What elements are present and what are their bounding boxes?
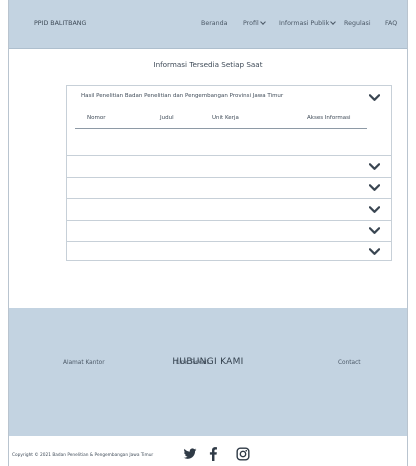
footer-alamat-kantor[interactable]: Alamat Kantor (63, 360, 105, 366)
accordion-item[interactable] (67, 178, 391, 198)
accordion-item-header[interactable]: Hasil Penelitian Badan Penelitian dan Pe… (67, 86, 391, 108)
page-frame: PPID BALITBANG Beranda Profil Informasi … (8, 0, 408, 466)
chevron-down-icon (330, 18, 337, 25)
footer: HUBUNGI KAMI Alamat Kantor Link Terkait … (9, 308, 407, 436)
nav-item-beranda[interactable]: Beranda (201, 20, 228, 27)
nav-item-label: Regulasi (344, 20, 371, 27)
nav-item-profil[interactable]: Profil (243, 18, 266, 27)
chevron-down-icon[interactable] (369, 206, 380, 214)
brand-logo-text[interactable]: PPID BALITBANG (34, 20, 86, 27)
chevron-down-icon (259, 18, 266, 25)
twitter-icon[interactable] (183, 447, 197, 461)
table-header-row: Nomor Judul Unit Kerja Akses Informasi (75, 110, 367, 129)
footer-contact[interactable]: Contact (338, 360, 361, 366)
column-header-judul: Judul (160, 115, 174, 121)
copyright-text: Copyright © 2021 Badan Penelitian & Peng… (12, 453, 154, 458)
nav-item-regulasi[interactable]: Regulasi (344, 20, 371, 27)
nav-item-label: Informasi Publik (279, 20, 330, 27)
nav-item-label: FAQ (385, 20, 398, 27)
chevron-down-icon[interactable] (369, 248, 380, 256)
accordion-item[interactable] (67, 221, 391, 241)
nav-item-label: Profil (243, 20, 259, 27)
top-navbar: PPID BALITBANG Beranda Profil Informasi … (9, 0, 407, 49)
accordion-item[interactable] (67, 199, 391, 220)
footer-link-terkait[interactable]: Link Terkait (176, 360, 209, 366)
chevron-down-icon[interactable] (369, 184, 380, 192)
chevron-down-icon[interactable] (369, 163, 380, 171)
accordion-item[interactable] (67, 156, 391, 177)
column-header-nomor: Nomor (87, 115, 106, 121)
nav-item-informasi-publik[interactable]: Informasi Publik (279, 18, 337, 27)
accordion-item-title: Hasil Penelitian Badan Penelitian dan Pe… (81, 93, 284, 99)
accordion-item[interactable] (67, 242, 391, 261)
facebook-icon[interactable] (207, 447, 219, 461)
nav-item-faq[interactable]: FAQ (385, 20, 397, 27)
accordion-card: Hasil Penelitian Badan Penelitian dan Pe… (66, 85, 392, 261)
column-header-akses-informasi: Akses Informasi (307, 115, 351, 121)
chevron-down-icon[interactable] (369, 227, 380, 235)
column-header-unit-kerja: Unit Kerja (212, 115, 239, 121)
page-title: Informasi Tersedia Setiap Saat (153, 60, 263, 69)
instagram-icon[interactable] (236, 447, 250, 461)
nav-item-label: Beranda (201, 20, 228, 27)
chevron-down-icon[interactable] (369, 94, 380, 102)
